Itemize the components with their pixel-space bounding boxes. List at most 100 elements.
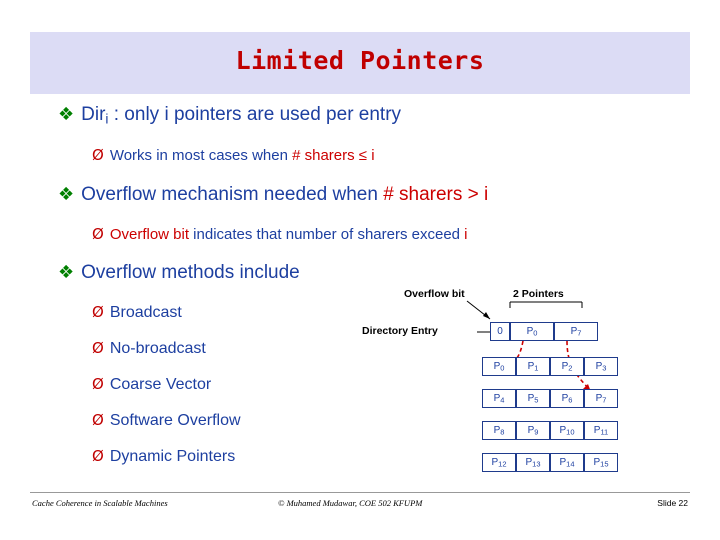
bullet-overflow-methods-label: Overflow methods include <box>81 262 300 283</box>
grid-cell-name: P <box>559 457 567 468</box>
arrow-bullet-icon: Ø <box>92 225 104 243</box>
grid-cell: P1 <box>516 357 550 376</box>
grid-cell: P9 <box>516 421 550 440</box>
grid-cell: P5 <box>516 389 550 408</box>
grid-cell: P7 <box>584 389 618 408</box>
bullet-no-broadcast: Ø No-broadcast <box>92 339 206 358</box>
grid-cell-index: 1 <box>534 363 539 373</box>
grid-cell-name: P <box>593 457 601 468</box>
label-overflow-bit: Overflow bit <box>404 288 465 300</box>
grid-cell-name: P <box>493 393 501 404</box>
bullet-coarse-vector-label: Coarse Vector <box>109 376 212 393</box>
grid-cell-name: P <box>593 425 601 436</box>
arrow-bullet-icon: Ø <box>92 339 104 357</box>
grid-cell-index: 12 <box>498 459 507 469</box>
title-bar: Limited Pointers <box>30 32 690 94</box>
grid-cell-index: 15 <box>600 459 609 469</box>
bullet-dir-prefix: Dir <box>81 104 106 125</box>
label-directory-entry: Directory Entry <box>362 325 438 337</box>
grid-cell: P11 <box>584 421 618 440</box>
grid-cell: P13 <box>516 453 550 472</box>
arrow-bullet-icon: Ø <box>92 447 104 465</box>
diamond-bullet-icon: ❖ <box>58 104 75 125</box>
grid-cell: P8 <box>482 421 516 440</box>
grid-cell-index: 6 <box>568 395 573 405</box>
entry-overflow-bit-value: 0 <box>497 326 503 337</box>
bullet-overflow-mechanism: ❖ Overflow mechanism needed when # sharer… <box>58 184 488 206</box>
footer-left-text: Cache Coherence in Scalable Machines <box>32 498 168 508</box>
slide: Limited Pointers ❖ Diri : only i pointers… <box>0 0 720 540</box>
grid-cell: P15 <box>584 453 618 472</box>
bullet-software-overflow-label: Software Overflow <box>109 412 241 429</box>
bullet-overflow-methods: ❖ Overflow methods include <box>58 262 300 284</box>
grid-cell-name: P <box>493 361 501 372</box>
bullet-no-broadcast-label: No-broadcast <box>109 340 206 357</box>
grid-cell-name: P <box>527 361 535 372</box>
entry-overflow-bit-cell: 0 <box>490 322 510 341</box>
grid-cell: P12 <box>482 453 516 472</box>
grid-cell-index: 0 <box>500 363 505 373</box>
grid-cell-name: P <box>493 425 501 436</box>
bullet-overflow-bit: Ø Overflow bit indicates that number of s… <box>92 225 468 243</box>
grid-cell-index: 3 <box>602 363 607 373</box>
grid-cell-name: P <box>527 393 535 404</box>
bullet-works-condition: # sharers ≤ i <box>292 147 375 164</box>
grid-cell: P10 <box>550 421 584 440</box>
bullet-dir-rest-a: : only <box>108 104 165 125</box>
bullet-dir-i: ❖ Diri : only i pointers are used per ent… <box>58 104 401 126</box>
slide-body: ❖ Diri : only i pointers are used per ent… <box>30 94 690 484</box>
bullet-software-overflow: Ø Software Overflow <box>92 411 241 430</box>
bullet-overflow-bit-rest: indicates that number of sharers exceed <box>189 226 465 243</box>
grid-cell-index: 14 <box>566 459 575 469</box>
footer-slide-number: Slide 22 <box>657 498 688 508</box>
grid-cell-index: 11 <box>600 427 609 437</box>
grid-cell-index: 8 <box>500 427 505 437</box>
entry-pointer-1-name: P <box>570 326 578 337</box>
arrow-bullet-icon: Ø <box>92 375 104 393</box>
grid-cell: P6 <box>550 389 584 408</box>
arrow-bullet-icon: Ø <box>92 411 104 429</box>
diamond-bullet-icon: ❖ <box>58 184 75 205</box>
bullet-overflow-condition: # sharers > i <box>383 184 489 205</box>
grid-cell-name: P <box>561 361 569 372</box>
bullet-broadcast: Ø Broadcast <box>92 303 182 322</box>
bullet-dynamic-pointers: Ø Dynamic Pointers <box>92 447 235 466</box>
grid-cell-index: 7 <box>602 395 607 405</box>
entry-pointer-0-index: 0 <box>533 328 538 338</box>
grid-cell-name: P <box>491 457 499 468</box>
grid-cell-name: P <box>561 393 569 404</box>
bullet-overflow-bit-term: Overflow bit <box>109 226 190 243</box>
diamond-bullet-icon: ❖ <box>58 262 75 283</box>
grid-cell: P3 <box>584 357 618 376</box>
slide-footer: Cache Coherence in Scalable Machines © M… <box>30 492 690 517</box>
grid-cell: P14 <box>550 453 584 472</box>
bullet-dir-rest-b: pointers are used per entry <box>168 104 402 125</box>
footer-center-text: © Muhamed Mudawar, COE 502 KFUPM <box>278 498 423 508</box>
bullet-dynamic-pointers-label: Dynamic Pointers <box>109 448 236 465</box>
grid-cell-name: P <box>559 425 567 436</box>
grid-cell-index: 4 <box>500 395 505 405</box>
grid-cell-name: P <box>595 361 603 372</box>
bullet-works-most-cases: Ø Works in most cases when # sharers ≤ i <box>92 146 375 164</box>
arrow-bullet-icon: Ø <box>92 303 104 321</box>
grid-cell: P2 <box>550 357 584 376</box>
grid-cell-index: 13 <box>532 459 541 469</box>
grid-cell-name: P <box>527 425 535 436</box>
grid-cell-name: P <box>595 393 603 404</box>
grid-cell-name: P <box>525 457 533 468</box>
grid-cell-index: 5 <box>534 395 539 405</box>
entry-pointer-0-name: P <box>526 326 534 337</box>
label-two-pointers: 2 Pointers <box>513 288 564 300</box>
bullet-works-pre: Works in most cases when <box>109 147 293 164</box>
arrow-bullet-icon: Ø <box>92 146 104 164</box>
grid-cell: P0 <box>482 357 516 376</box>
entry-pointer-cell-0: P0 <box>510 322 554 341</box>
bullet-overflow-bit-i: i <box>464 226 468 243</box>
entry-pointer-1-index: 7 <box>577 328 582 338</box>
bullet-broadcast-label: Broadcast <box>109 304 182 321</box>
page-title: Limited Pointers <box>235 46 485 75</box>
grid-cell-index: 2 <box>568 363 573 373</box>
grid-cell-index: 10 <box>566 427 575 437</box>
grid-cell-index: 9 <box>534 427 539 437</box>
entry-pointer-cell-1: P7 <box>554 322 598 341</box>
